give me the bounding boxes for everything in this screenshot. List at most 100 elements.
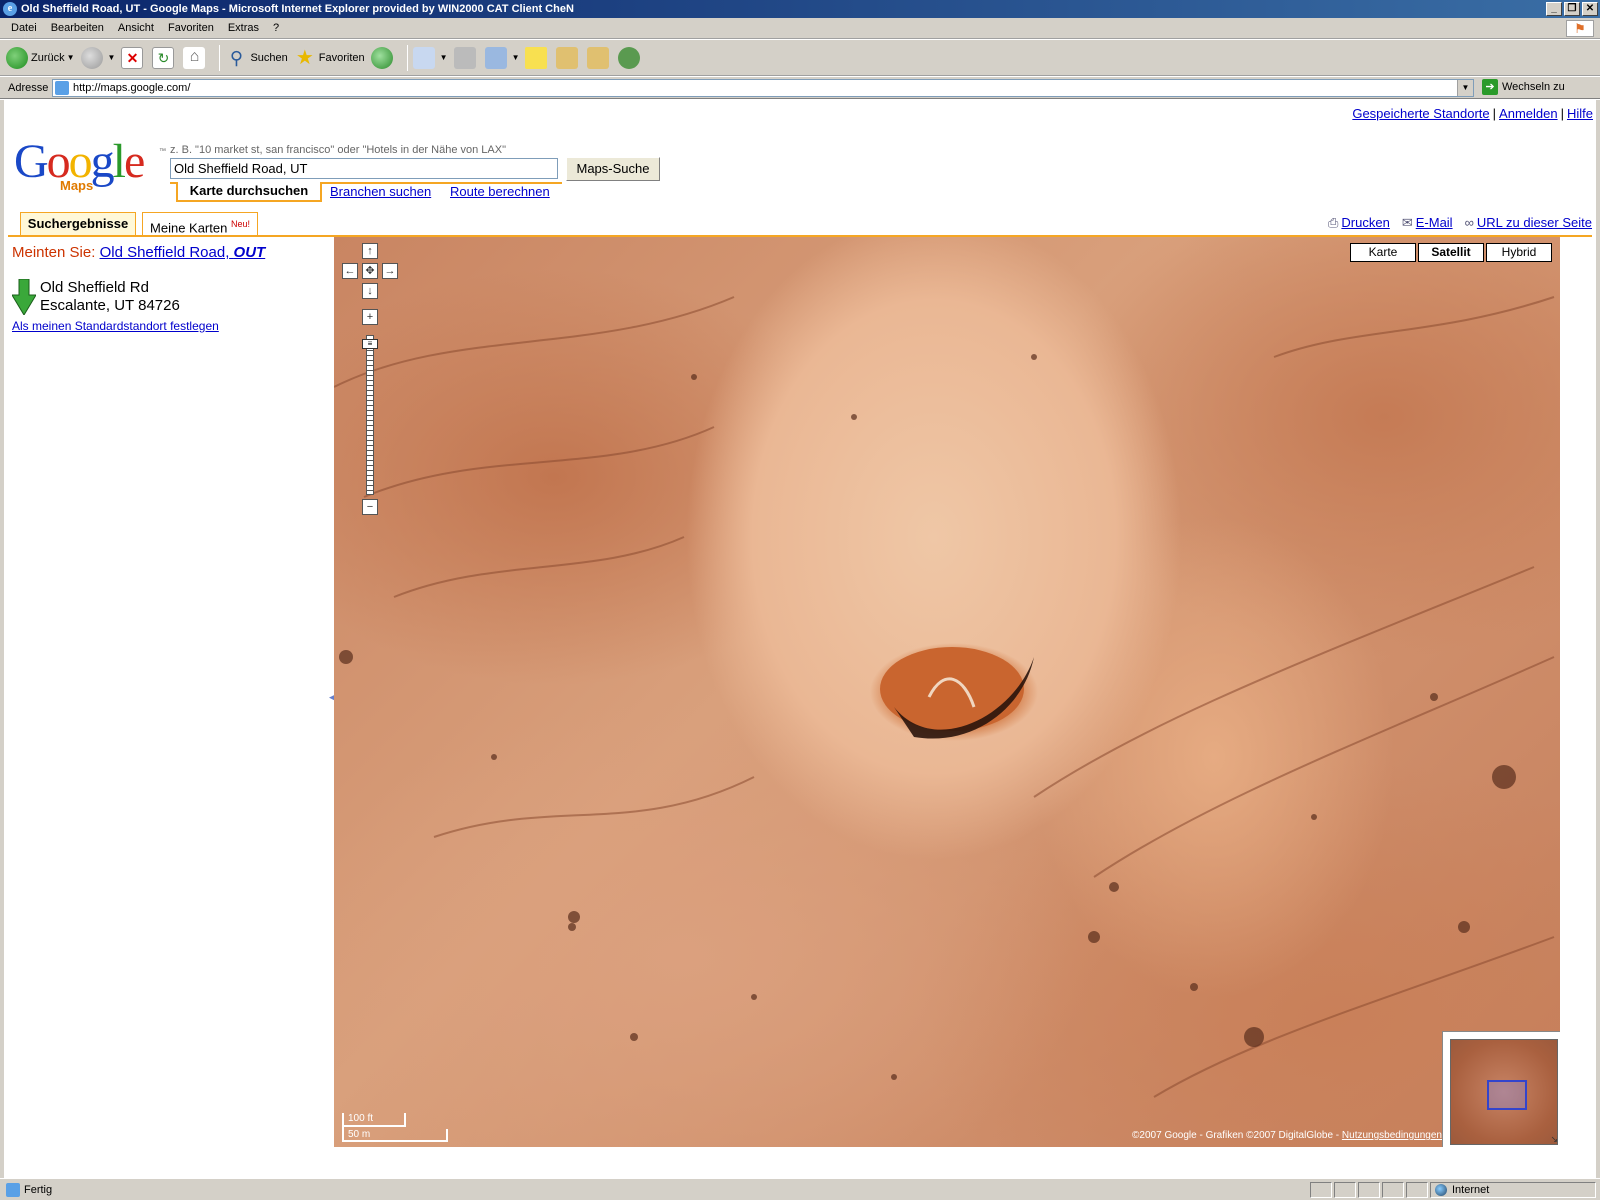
research-button[interactable] <box>556 46 581 69</box>
overview-map[interactable]: ↘ <box>1442 1031 1560 1147</box>
tab-search-map[interactable]: Karte durchsuchen <box>176 182 322 202</box>
did-you-mean: Meinten Sie: Old Sheffield Road, OUT <box>12 244 330 261</box>
overview-map-image <box>1450 1039 1558 1145</box>
pan-center-button[interactable]: ✥ <box>362 263 378 279</box>
terms-link[interactable]: Nutzungsbedingungen <box>1342 1130 1442 1141</box>
tools-icon <box>587 46 610 69</box>
print-action[interactable]: ⎙ Drucken <box>1328 215 1390 231</box>
menu-bearbeiten[interactable]: Bearbeiten <box>44 22 111 34</box>
search-input[interactable]: Old Sheffield Road, UT <box>170 158 558 179</box>
zoom-out-button[interactable]: − <box>362 499 378 515</box>
link-action[interactable]: ∞ URL zu dieser Seite <box>1465 215 1592 231</box>
search-icon: ⚲ <box>229 47 244 68</box>
menu-ansicht[interactable]: Ansicht <box>111 22 161 34</box>
stop-button[interactable]: ✕ <box>121 46 146 69</box>
zoom-in-button[interactable]: + <box>362 309 378 325</box>
scale-feet-label: 100 ft <box>348 1113 374 1124</box>
result-address[interactable]: Old Sheffield Rd Escalante, UT 84726 <box>12 279 330 315</box>
notes-button[interactable] <box>525 46 550 69</box>
tab-my-maps[interactable]: Meine Karten Neu! <box>142 212 258 236</box>
tab-get-directions[interactable]: Route berechnen <box>450 184 550 199</box>
search-hint: z. B. "10 market st, san francisco" oder… <box>170 144 506 156</box>
printer-icon <box>453 46 476 69</box>
zone-label: Internet <box>1452 1184 1490 1196</box>
research-icon <box>556 46 579 69</box>
map-type-satellit[interactable]: Satellit <box>1418 243 1484 262</box>
search-button[interactable]: ⚲ Suchen <box>225 47 288 69</box>
scale-bar-meters <box>342 1140 448 1142</box>
edit-dropdown-icon[interactable]: ▼ <box>512 53 520 62</box>
top-links: Gespeicherte Standorte | Anmelden | Hilfe <box>1352 106 1593 121</box>
tools-button[interactable] <box>587 46 612 69</box>
favorites-button[interactable]: ★ Favoriten <box>294 47 365 69</box>
zoom-slider-thumb[interactable]: ≡ <box>362 339 378 349</box>
suggestion-bold: OUT <box>233 244 266 261</box>
menu-favoriten[interactable]: Favoriten <box>161 22 221 34</box>
history-icon <box>370 46 393 69</box>
help-link[interactable]: Hilfe <box>1567 106 1593 121</box>
back-button[interactable]: Zurück ▼ <box>6 46 75 69</box>
mail-button[interactable]: ▼ <box>412 46 448 69</box>
restore-button[interactable]: ❐ <box>1564 2 1580 16</box>
saved-locations-link[interactable]: Gespeicherte Standorte <box>1352 106 1489 121</box>
suggestion-link[interactable]: Old Sheffield Road, OUT <box>100 244 266 261</box>
suggestion-text: Old Sheffield Road, <box>99 244 230 261</box>
edit-button[interactable]: ▼ <box>484 46 520 69</box>
search-tabs: Karte durchsuchen Branchen suchen Route … <box>170 182 564 202</box>
overview-viewport-box[interactable] <box>1487 1080 1527 1110</box>
messenger-icon <box>618 46 641 69</box>
page-status-icon <box>6 1182 20 1197</box>
tab-search-business[interactable]: Branchen suchen <box>330 184 431 199</box>
close-button[interactable]: ✕ <box>1582 2 1598 16</box>
overview-toggle-icon[interactable]: ↘ <box>1550 1134 1558 1145</box>
menu-extras[interactable]: Extras <box>221 22 266 34</box>
address-input[interactable]: http://maps.google.com/ ▼ <box>52 79 1474 97</box>
email-action[interactable]: ✉ E-Mail <box>1402 215 1453 231</box>
envelope-icon: ✉ <box>1401 215 1413 230</box>
print-link[interactable]: Drucken <box>1341 215 1389 230</box>
pan-left-button[interactable]: ← <box>342 263 358 279</box>
menu-help[interactable]: ? <box>266 22 286 34</box>
zoom-slider-track[interactable] <box>366 335 374 495</box>
pan-down-button[interactable]: ↓ <box>362 283 378 299</box>
back-dropdown-icon[interactable]: ▼ <box>67 53 75 62</box>
refresh-icon: ↻ <box>152 46 175 69</box>
forward-button[interactable]: ▼ <box>80 46 116 69</box>
menu-datei[interactable]: Datei <box>4 22 44 34</box>
map-type-karte[interactable]: Karte <box>1350 243 1416 262</box>
maps-search-button[interactable]: Maps-Suche <box>566 157 660 181</box>
mail-dropdown-icon[interactable]: ▼ <box>440 53 448 62</box>
set-default-location-link[interactable]: Als meinen Standardstandort festlegen <box>12 319 330 333</box>
address-dropdown-icon[interactable]: ▼ <box>1457 80 1473 96</box>
address-bar: Adresse http://maps.google.com/ ▼ ➔ Wech… <box>0 77 1600 99</box>
scale-tick <box>342 1113 344 1142</box>
map-type-hybrid[interactable]: Hybrid <box>1486 243 1552 262</box>
mail-icon <box>412 46 435 69</box>
refresh-button[interactable]: ↻ <box>152 46 177 69</box>
go-label: Wechseln zu <box>1502 81 1565 93</box>
tab-search-results[interactable]: Suchergebnisse <box>20 212 136 236</box>
forward-dropdown-icon[interactable]: ▼ <box>108 53 116 62</box>
print-button[interactable] <box>453 46 479 69</box>
minimize-button[interactable]: _ <box>1546 2 1562 16</box>
toolbar-separator <box>406 44 408 71</box>
favorites-label: Favoriten <box>318 51 365 64</box>
globe-icon <box>1435 1184 1447 1196</box>
home-icon: ⌂ <box>183 46 206 69</box>
favorites-star-icon: ★ <box>295 46 314 69</box>
satellite-map[interactable]: ↑ ← ✥ → ↓ + ≡ − Karte Satellit Hybrid 10… <box>334 237 1560 1147</box>
security-zone: Internet <box>1430 1182 1596 1198</box>
pan-right-button[interactable]: → <box>382 263 398 279</box>
page-url-link[interactable]: URL zu dieser Seite <box>1477 215 1592 230</box>
email-link[interactable]: E-Mail <box>1416 215 1453 230</box>
history-button[interactable] <box>370 46 396 69</box>
page-icon <box>55 81 69 95</box>
satellite-terrain <box>334 296 1555 1098</box>
pan-up-button[interactable]: ↑ <box>362 243 378 259</box>
window-title: Old Sheffield Road, UT - Google Maps - M… <box>21 3 574 15</box>
go-button[interactable]: ➔ Wechseln zu <box>1482 79 1565 95</box>
signin-link[interactable]: Anmelden <box>1499 106 1558 121</box>
google-maps-logo[interactable]: Google Maps ™ <box>14 136 166 196</box>
home-button[interactable]: ⌂ <box>183 46 208 69</box>
messenger-button[interactable] <box>618 46 643 69</box>
